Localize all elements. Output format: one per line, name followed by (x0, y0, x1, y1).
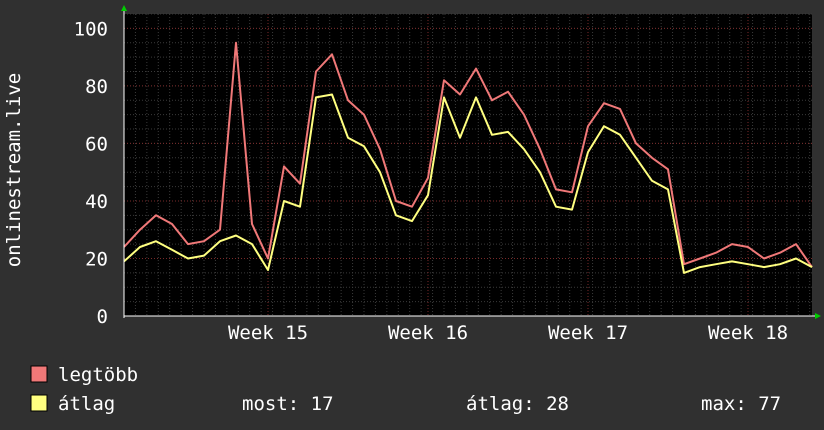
stat-average: átlag: 28 (466, 393, 569, 415)
legend-label-max: legtöbb (58, 364, 138, 386)
x-tick-label: Week 18 (708, 322, 788, 344)
y-axis-label: onlinestream.live (3, 73, 25, 267)
x-axis-arrow (815, 313, 821, 319)
chart: 0 20 40 60 80 100 Week 15 Week 16 Week 17 Week 18… (3, 5, 821, 415)
legend-label-avg: átlag (58, 393, 115, 415)
y-tick-label: 40 (85, 191, 108, 213)
legend-swatch-max (30, 365, 48, 383)
x-tick-label: Week 16 (388, 322, 468, 344)
y-tick-label: 0 (97, 306, 108, 328)
y-tick-label: 20 (85, 248, 108, 270)
stat-current: most: 17 (242, 393, 334, 415)
stat-max: max: 77 (701, 393, 781, 415)
y-tick-label: 100 (74, 18, 108, 40)
y-axis-arrow (121, 5, 127, 11)
legend: legtöbb átlag most: 17 átlag: 28 max: 77 (30, 364, 781, 415)
legend-swatch-avg (30, 394, 48, 412)
y-tick-label: 80 (85, 76, 108, 98)
x-tick-label: Week 15 (228, 322, 308, 344)
y-tick-label: 60 (85, 133, 108, 155)
x-tick-label: Week 17 (548, 322, 628, 344)
